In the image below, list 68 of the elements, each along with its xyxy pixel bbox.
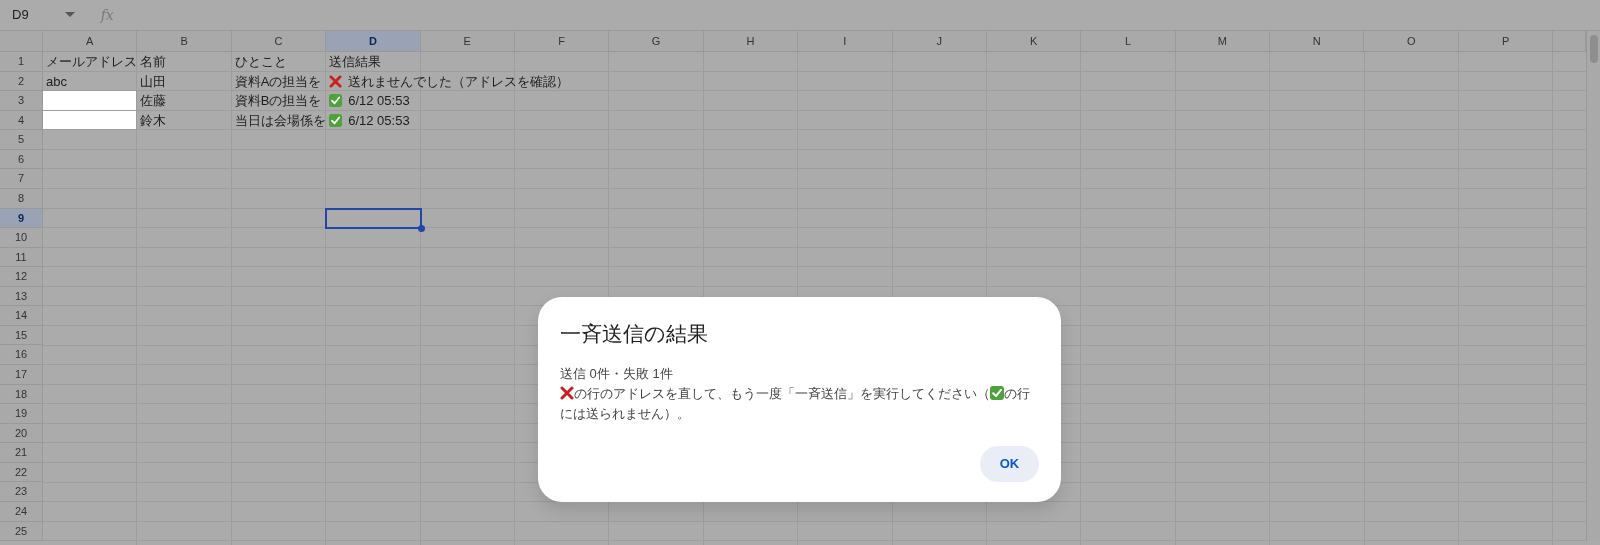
row-header[interactable]: 20 [0, 423, 43, 444]
cell-text: 当日は会場係を [234, 111, 326, 129]
message-text: には送られません）。 [560, 405, 690, 424]
highlighted-cell[interactable] [43, 110, 137, 130]
column-header[interactable]: A [43, 31, 138, 52]
row-header[interactable]: 23 [0, 482, 43, 502]
column-header[interactable]: E [420, 31, 515, 52]
cell-text: 資料Bの担当を [234, 92, 322, 110]
column-header[interactable]: P [1458, 31, 1554, 52]
name-box[interactable]: D9 [12, 5, 29, 25]
row-header[interactable]: 21 [0, 443, 43, 463]
row-header[interactable]: 12 [0, 267, 43, 287]
row-header[interactable]: 7 [0, 169, 43, 189]
row-header[interactable]: 16 [0, 345, 43, 365]
cell-text: abc [46, 72, 67, 90]
row-header[interactable]: 18 [0, 384, 43, 405]
row-header[interactable]: 19 [0, 404, 43, 424]
row-header[interactable]: 8 [0, 188, 43, 209]
cell-text: 山田 [140, 72, 167, 90]
dropdown-caret-icon[interactable] [64, 12, 75, 18]
row-header[interactable]: 15 [0, 325, 43, 346]
message-text: の行のアドレスを直して、もう一度「一斉送信」を実行してください（ [574, 385, 990, 404]
row-header[interactable]: 3 [0, 91, 43, 111]
row-header[interactable]: 24 [0, 501, 43, 522]
column-header[interactable]: O [1364, 31, 1459, 52]
cell-text: メールアドレス [46, 53, 137, 70]
cell-text: 鈴木 [140, 111, 167, 129]
cell-text: 佐藤 [140, 92, 167, 110]
row-header[interactable]: 9 [0, 208, 43, 229]
column-header[interactable]: J [892, 31, 987, 52]
scrollbar-thumb[interactable] [1590, 35, 1598, 63]
row-header[interactable]: 2 [0, 71, 43, 92]
cell-text: 資料Aの担当を [234, 72, 322, 90]
row-header[interactable]: 11 [0, 247, 43, 268]
row-header[interactable]: 10 [0, 228, 43, 248]
column-header[interactable]: M [1175, 31, 1271, 52]
row-header[interactable]: 1 [0, 52, 43, 72]
row-header[interactable]: 14 [0, 306, 43, 326]
cell-text: 6/12 05:53 [348, 111, 410, 129]
column-header[interactable]: C [231, 31, 327, 52]
column-header[interactable]: I [798, 31, 893, 52]
column-header[interactable]: B [137, 31, 232, 52]
summary-text: 送信 0件・失敗 1件 [560, 365, 674, 384]
cell-text: 名前 [140, 53, 167, 70]
column-header[interactable]: D [326, 31, 421, 52]
column-header[interactable]: G [609, 31, 704, 52]
scrollbar[interactable] [1586, 31, 1600, 542]
column-header[interactable]: K [986, 31, 1082, 52]
row-header[interactable]: 13 [0, 286, 43, 307]
row-header[interactable]: 6 [0, 149, 43, 170]
message-text: の行 [1004, 385, 1030, 404]
cell-text: 送れませんでした（アドレスを確認） [348, 72, 570, 90]
fill-handle[interactable] [417, 225, 425, 233]
row-header[interactable]: 25 [0, 521, 43, 542]
row-header[interactable]: 5 [0, 130, 43, 150]
highlighted-cell[interactable] [43, 91, 137, 110]
row-header[interactable]: 17 [0, 365, 43, 385]
row-header[interactable]: 22 [0, 462, 43, 483]
column-header[interactable]: L [1081, 31, 1176, 52]
column-header[interactable]: N [1270, 31, 1365, 52]
dialog-title: 一斉送信の結果 [560, 321, 709, 347]
row-header[interactable]: 4 [0, 110, 43, 131]
cell-text: 送信結果 [329, 53, 382, 70]
column-header[interactable]: F [514, 31, 610, 52]
cell-text: 6/12 05:53 [348, 92, 410, 110]
ok-button[interactable]: OK [980, 446, 1039, 482]
cell-text: ひとこと [234, 53, 287, 70]
column-header[interactable]: H [703, 31, 799, 52]
